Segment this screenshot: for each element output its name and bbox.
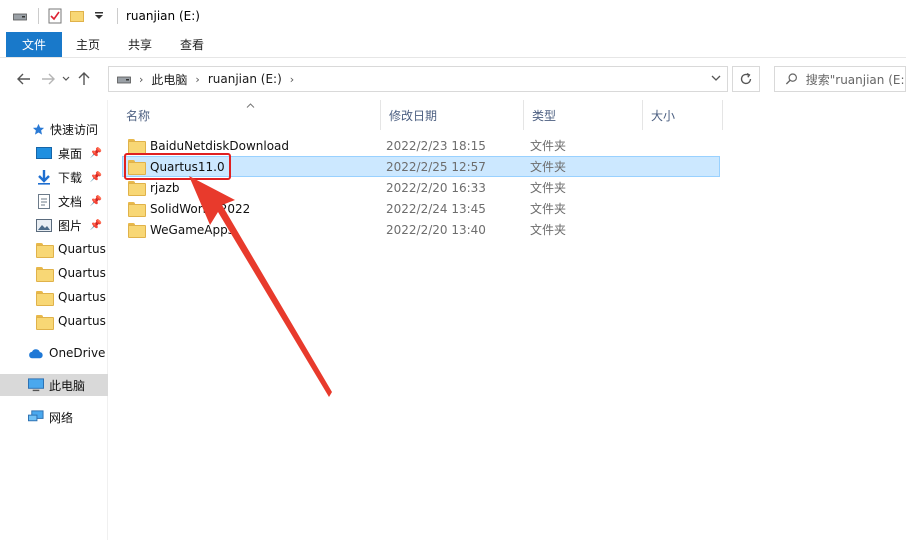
annotation-arrow — [189, 176, 332, 397]
